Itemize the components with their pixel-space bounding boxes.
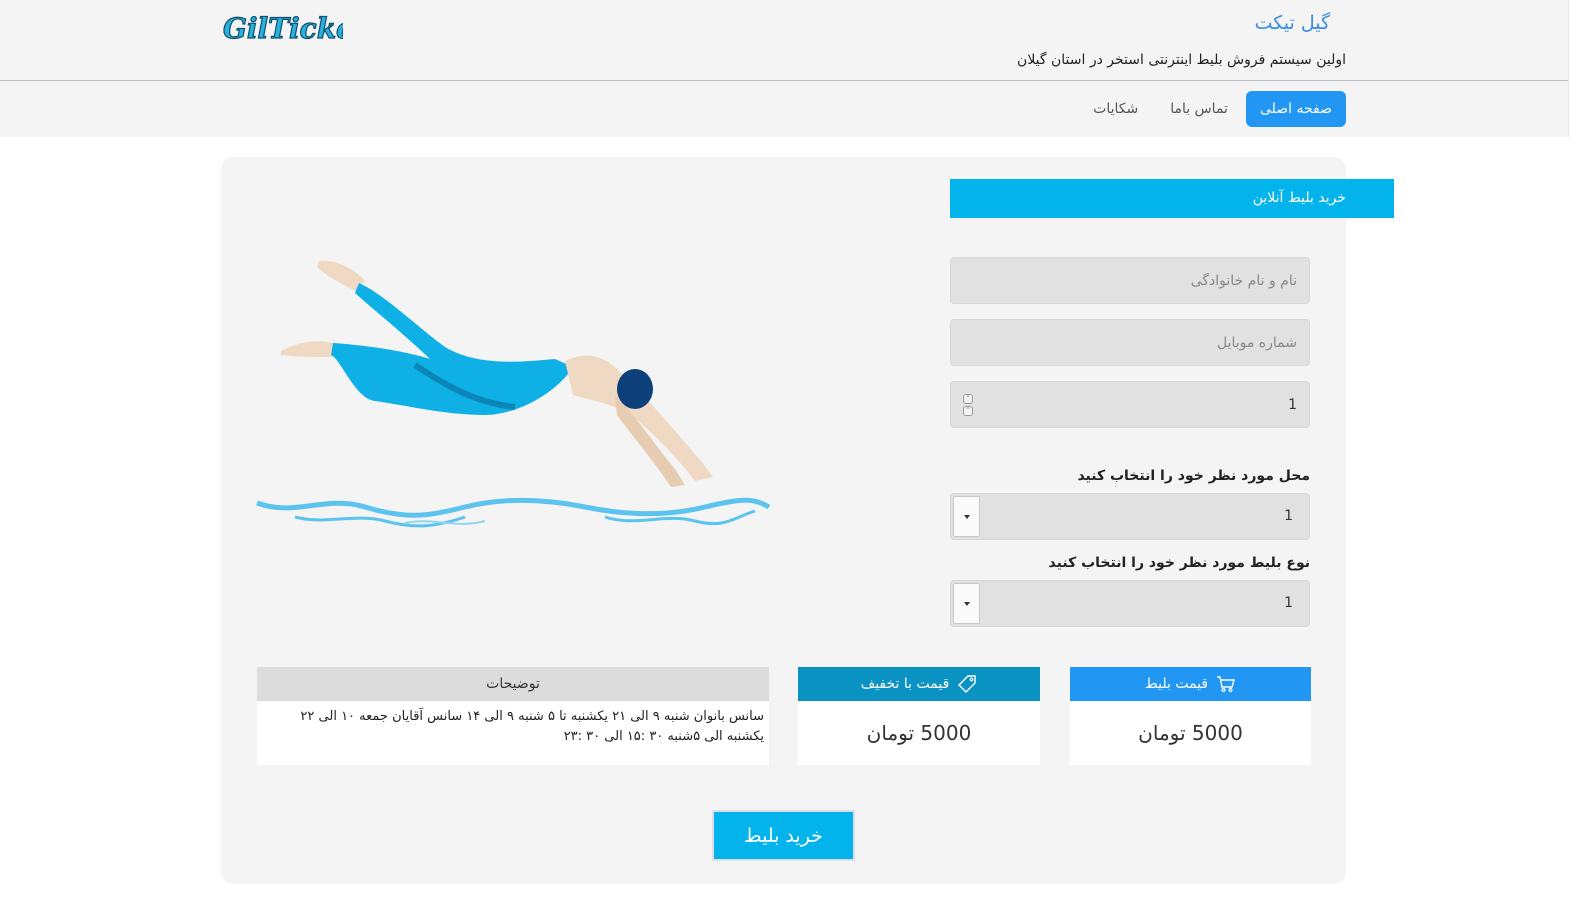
nav-item-contact[interactable]: تماس باما (1156, 91, 1242, 127)
tag-icon (958, 675, 976, 693)
cart-icon (1217, 676, 1236, 693)
ticket-price-box: قیمت بلیط 5000 تومان (1070, 667, 1311, 765)
nav-item-home[interactable]: صفحه اصلی (1245, 91, 1346, 127)
description-label: توضیحات (486, 676, 540, 692)
quantity-field-wrap: ˄ ˅ (950, 381, 1310, 428)
swimmer-illustration (256, 260, 771, 528)
ticket-type-label: نوع بلیط مورد نظر خود را انتخاب کنید (1048, 555, 1310, 571)
caret-down-icon (964, 602, 970, 606)
discount-price-header: قیمت با تخفیف (798, 667, 1040, 701)
ticket-type-select-value: 1 (1284, 595, 1293, 611)
buy-ticket-button[interactable]: خرید بلیط (712, 810, 855, 861)
name-field-wrap (950, 257, 1310, 304)
caret-down-icon (964, 515, 970, 519)
nav-item-complaints[interactable]: شکایات (1079, 91, 1152, 127)
quantity-stepper[interactable]: ˄ ˅ (963, 394, 973, 416)
description-header: توضیحات (257, 667, 769, 701)
location-select[interactable]: 1 (950, 493, 1310, 540)
ticket-type-select[interactable]: 1 (950, 580, 1310, 627)
brand-title[interactable]: گیل تیکت (1255, 12, 1330, 34)
ticket-price-value: 5000 تومان (1138, 721, 1243, 745)
ticket-type-dropdown-button[interactable] (953, 583, 980, 624)
logo-text: GilTicket (223, 12, 343, 45)
header-divider (0, 80, 1568, 81)
discount-price-box: قیمت با تخفیف 5000 تومان (798, 667, 1040, 765)
chevron-down-icon[interactable]: ˅ (963, 406, 973, 416)
quantity-input[interactable] (951, 382, 1309, 427)
site-logo[interactable]: GilTicket (221, 8, 343, 46)
chevron-up-icon[interactable]: ˄ (963, 394, 973, 404)
description-text: سانس بانوان شنبه ۹ الی ۲۱ یکشنبه تا ۵ شن… (300, 709, 764, 744)
mobile-input[interactable] (951, 320, 1309, 365)
description-box: توضیحات سانس بانوان شنبه ۹ الی ۲۱ یکشنبه… (257, 667, 769, 765)
discount-price-value: 5000 تومان (866, 721, 972, 745)
brand-subtitle: اولین سیستم فروش بلیط اینترنتی استخر در … (1017, 52, 1346, 68)
form-title: خرید بلیط آنلاین (950, 179, 1394, 218)
location-select-value: 1 (1284, 508, 1293, 524)
location-label: محل مورد نظر خود را انتخاب کنید (1077, 468, 1310, 484)
ticket-price-header: قیمت بلیط (1070, 667, 1311, 701)
main-nav: صفحه اصلی تماس باما شکایات (1079, 91, 1346, 127)
mobile-field-wrap (950, 319, 1310, 366)
location-dropdown-button[interactable] (953, 496, 980, 537)
name-input[interactable] (951, 258, 1309, 303)
ticket-price-label: قیمت بلیط (1144, 676, 1209, 692)
discount-price-label: قیمت با تخفیف (860, 676, 950, 692)
